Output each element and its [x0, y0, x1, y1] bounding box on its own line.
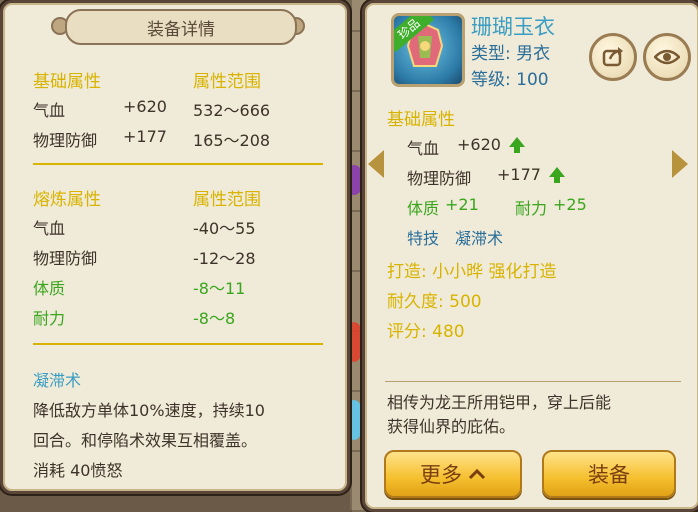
- equipment-detail-panel: 装备详情 基础属性 属性范围 气血 +620 532～666 物理防御 +177…: [0, 0, 350, 494]
- panel-title-text: 装备详情: [147, 19, 215, 40]
- item-icon: 珍品: [391, 13, 465, 87]
- item-info-panel: 珍品 珊瑚玉衣 类型: 男衣 等级: 100 基础属性 气血 +620 物理防御…: [362, 0, 698, 512]
- bonus-stat-value: +21: [445, 195, 479, 214]
- base-attr-range: 165～208: [193, 131, 271, 150]
- share-button[interactable]: [589, 33, 637, 81]
- panel-title: 装备详情: [65, 9, 297, 45]
- base-range-header: 属性范围: [193, 72, 261, 92]
- more-button-label: 更多: [420, 463, 462, 487]
- item-level: 等级: 100: [471, 70, 549, 90]
- base-attr-header: 基础属性: [33, 72, 101, 92]
- base-attr-header: 基础属性: [387, 110, 455, 130]
- section-divider: [33, 163, 323, 165]
- stat-value: +177: [497, 165, 541, 184]
- score-line: 评分: 480: [387, 322, 465, 342]
- skill-desc-line: 回合。和停陷术效果互相覆盖。: [33, 431, 258, 450]
- refine-range-header: 属性范围: [193, 190, 261, 210]
- item-name: 珊瑚玉衣: [471, 15, 555, 39]
- special-value: 凝滞术: [455, 229, 504, 248]
- stat-up-arrow-icon: [549, 167, 565, 183]
- stat-value: +620: [457, 135, 501, 154]
- skill-cost: 消耗 40愤怒: [33, 461, 123, 480]
- base-attr-range: 532～666: [193, 101, 271, 120]
- skill-desc-line: 降低敌方单体10%速度，持续10: [33, 401, 265, 420]
- refine-attr-range: -8～8: [193, 309, 236, 328]
- bonus-stat-name: 体质: [407, 199, 440, 218]
- section-divider: [33, 343, 323, 345]
- refine-attr-name: 气血: [33, 219, 66, 238]
- equip-button-label: 装备: [588, 463, 630, 487]
- bonus-stat-value: +25: [553, 195, 587, 214]
- maker-line: 打造: 小小晔 强化打造: [387, 262, 557, 282]
- stat-up-arrow-icon: [509, 137, 525, 153]
- eye-icon: [654, 49, 680, 65]
- refine-attr-header: 熔炼属性: [33, 190, 101, 210]
- skill-name: 凝滞术: [33, 371, 82, 390]
- stat-name: 物理防御: [407, 169, 472, 188]
- view-button[interactable]: [643, 33, 691, 81]
- stat-name: 气血: [407, 139, 440, 158]
- base-attr-value: +177: [123, 127, 167, 146]
- item-type: 类型: 男衣: [471, 44, 551, 64]
- chevron-up-icon: [468, 468, 486, 480]
- next-arrow-icon[interactable]: [672, 150, 688, 178]
- description-line: 相传为龙王所用铠甲，穿上后能: [387, 393, 612, 412]
- share-icon: [602, 47, 623, 67]
- special-label: 特技: [407, 229, 440, 248]
- refine-attr-range: -12～28: [193, 249, 256, 268]
- refine-attr-range: -40～55: [193, 219, 256, 238]
- base-attr-name: 气血: [33, 101, 66, 120]
- refine-attr-name: 物理防御: [33, 249, 98, 268]
- bonus-stat-name: 耐力: [515, 199, 548, 218]
- base-attr-value: +620: [123, 97, 167, 116]
- base-attr-name: 物理防御: [33, 131, 98, 150]
- prev-arrow-icon[interactable]: [368, 150, 384, 178]
- description-line: 获得仙界的庇佑。: [387, 417, 516, 436]
- refine-attr-name: 体质: [33, 279, 66, 298]
- refine-attr-range: -8～11: [193, 279, 246, 298]
- description-divider: [385, 381, 681, 382]
- durability-line: 耐久度: 500: [387, 292, 482, 312]
- equip-button[interactable]: 装备: [542, 450, 676, 498]
- refine-attr-name: 耐力: [33, 309, 66, 328]
- more-button[interactable]: 更多: [384, 450, 522, 498]
